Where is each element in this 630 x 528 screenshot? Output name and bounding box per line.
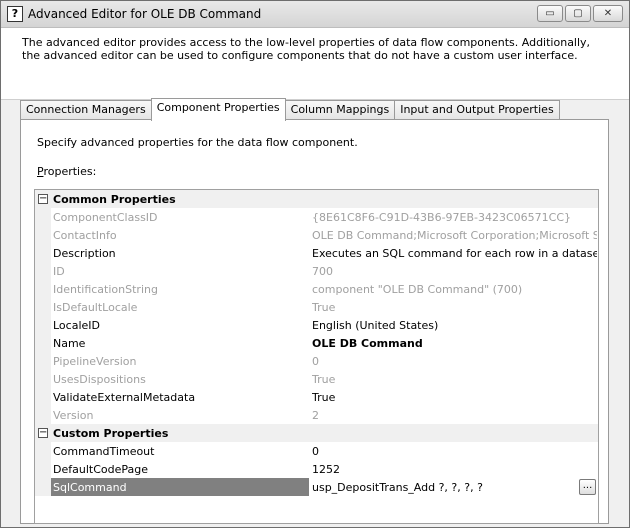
property-value: OLE DB Command;Microsoft Corporation;Mic… bbox=[312, 229, 597, 242]
category-name: Custom Properties bbox=[53, 427, 169, 440]
intro-banner: The advanced editor provides access to t… bbox=[1, 28, 629, 100]
property-row[interactable]: SqlCommand usp_DepositTrans_Add ?, ?, ?, … bbox=[35, 478, 598, 496]
property-value: component "OLE DB Command" (700) bbox=[312, 283, 523, 296]
tab-input-output-properties[interactable]: Input and Output Properties bbox=[394, 100, 560, 120]
property-value[interactable]: 0 bbox=[312, 445, 597, 458]
property-value[interactable]: English (United States) bbox=[312, 319, 597, 332]
property-name: SqlCommand bbox=[53, 481, 127, 494]
property-name: PipelineVersion bbox=[53, 355, 137, 368]
tab-connection-managers[interactable]: Connection Managers bbox=[20, 100, 152, 120]
category-row[interactable]: − Common Properties bbox=[35, 190, 598, 208]
panel-description: Specify advanced properties for the data… bbox=[37, 136, 358, 149]
row-gutter bbox=[35, 352, 51, 370]
property-grid[interactable]: − Common Properties ComponentClassID {8E61C… bbox=[34, 189, 599, 524]
property-row[interactable]: IdentificationString component "OLE DB Co… bbox=[35, 280, 598, 298]
row-gutter bbox=[35, 370, 51, 388]
row-gutter bbox=[35, 298, 51, 316]
property-value: True bbox=[312, 301, 336, 314]
property-name: UsesDispositions bbox=[53, 373, 146, 386]
property-name: ContactInfo bbox=[53, 229, 117, 242]
properties-label: Properties: bbox=[37, 165, 97, 178]
row-gutter bbox=[35, 334, 51, 352]
property-value: 2 bbox=[312, 409, 319, 422]
property-row[interactable]: ID 700 bbox=[35, 262, 598, 280]
row-gutter bbox=[35, 460, 51, 478]
property-value: True bbox=[312, 373, 336, 386]
row-gutter bbox=[35, 442, 51, 460]
collapse-icon[interactable]: − bbox=[38, 428, 48, 438]
category-row[interactable]: − Custom Properties bbox=[35, 424, 598, 442]
property-value: 0 bbox=[312, 355, 319, 368]
row-gutter bbox=[35, 208, 51, 226]
row-gutter bbox=[35, 406, 51, 424]
property-name: IsDefaultLocale bbox=[53, 301, 138, 314]
close-button[interactable]: ✕ bbox=[593, 5, 623, 22]
collapse-icon[interactable]: − bbox=[38, 194, 48, 204]
property-row[interactable]: ComponentClassID {8E61C8F6-C91D-43B6-97EB… bbox=[35, 208, 598, 226]
property-name: LocaleID bbox=[53, 319, 100, 332]
row-gutter bbox=[35, 388, 51, 406]
property-row[interactable]: LocaleID English (United States) bbox=[35, 316, 598, 334]
property-row[interactable]: IsDefaultLocale True bbox=[35, 298, 598, 316]
help-app-icon: ? bbox=[7, 6, 23, 22]
property-value[interactable]: Executes an SQL command for each row in … bbox=[312, 247, 597, 260]
property-row[interactable]: CommandTimeout 0 bbox=[35, 442, 598, 460]
property-name: ValidateExternalMetadata bbox=[53, 391, 196, 404]
property-row[interactable]: ValidateExternalMetadata True bbox=[35, 388, 598, 406]
row-gutter bbox=[35, 244, 51, 262]
advanced-editor-window: ? Advanced Editor for OLE DB Command ▭ ▢… bbox=[0, 0, 630, 528]
component-properties-panel: Specify advanced properties for the data… bbox=[20, 119, 609, 524]
category-name: Common Properties bbox=[53, 193, 176, 206]
property-name: IdentificationString bbox=[53, 283, 158, 296]
row-gutter bbox=[35, 478, 51, 496]
row-gutter bbox=[35, 262, 51, 280]
maximize-button[interactable]: ▢ bbox=[565, 5, 591, 22]
row-gutter bbox=[35, 280, 51, 298]
row-gutter bbox=[35, 226, 51, 244]
property-row[interactable]: Version 2 bbox=[35, 406, 598, 424]
ellipsis-button[interactable]: ... bbox=[579, 479, 596, 495]
property-name: Name bbox=[53, 337, 86, 350]
property-value[interactable]: OLE DB Command bbox=[312, 337, 597, 350]
property-value[interactable]: 1252 bbox=[312, 463, 597, 476]
tab-column-mappings[interactable]: Column Mappings bbox=[284, 100, 396, 120]
tab-strip: Connection Managers Component Properties… bbox=[20, 98, 560, 121]
property-name: Version bbox=[53, 409, 94, 422]
property-value[interactable]: usp_DepositTrans_Add ?, ?, ?, ? bbox=[312, 481, 597, 494]
property-row[interactable]: DefaultCodePage 1252 bbox=[35, 460, 598, 478]
property-value[interactable]: True bbox=[312, 391, 597, 404]
property-row[interactable]: Name OLE DB Command bbox=[35, 334, 598, 352]
title-bar[interactable]: ? Advanced Editor for OLE DB Command ▭ ▢… bbox=[1, 1, 629, 28]
window-title: Advanced Editor for OLE DB Command bbox=[28, 7, 262, 21]
property-row[interactable]: ContactInfo OLE DB Command;Microsoft Corp… bbox=[35, 226, 598, 244]
property-name: ComponentClassID bbox=[53, 211, 158, 224]
property-name: CommandTimeout bbox=[53, 445, 155, 458]
property-value: 700 bbox=[312, 265, 333, 278]
property-name: Description bbox=[53, 247, 116, 260]
property-value: {8E61C8F6-C91D-43B6-97EB-3423C06571CC} bbox=[312, 211, 572, 224]
property-row[interactable]: UsesDispositions True bbox=[35, 370, 598, 388]
minimize-button[interactable]: ▭ bbox=[537, 5, 563, 22]
intro-text: The advanced editor provides access to t… bbox=[22, 36, 591, 62]
property-name: ID bbox=[53, 265, 65, 278]
property-row[interactable]: Description Executes an SQL command for e… bbox=[35, 244, 598, 262]
tab-component-properties[interactable]: Component Properties bbox=[150, 98, 286, 121]
row-gutter bbox=[35, 316, 51, 334]
property-row[interactable]: PipelineVersion 0 bbox=[35, 352, 598, 370]
property-name: DefaultCodePage bbox=[53, 463, 148, 476]
